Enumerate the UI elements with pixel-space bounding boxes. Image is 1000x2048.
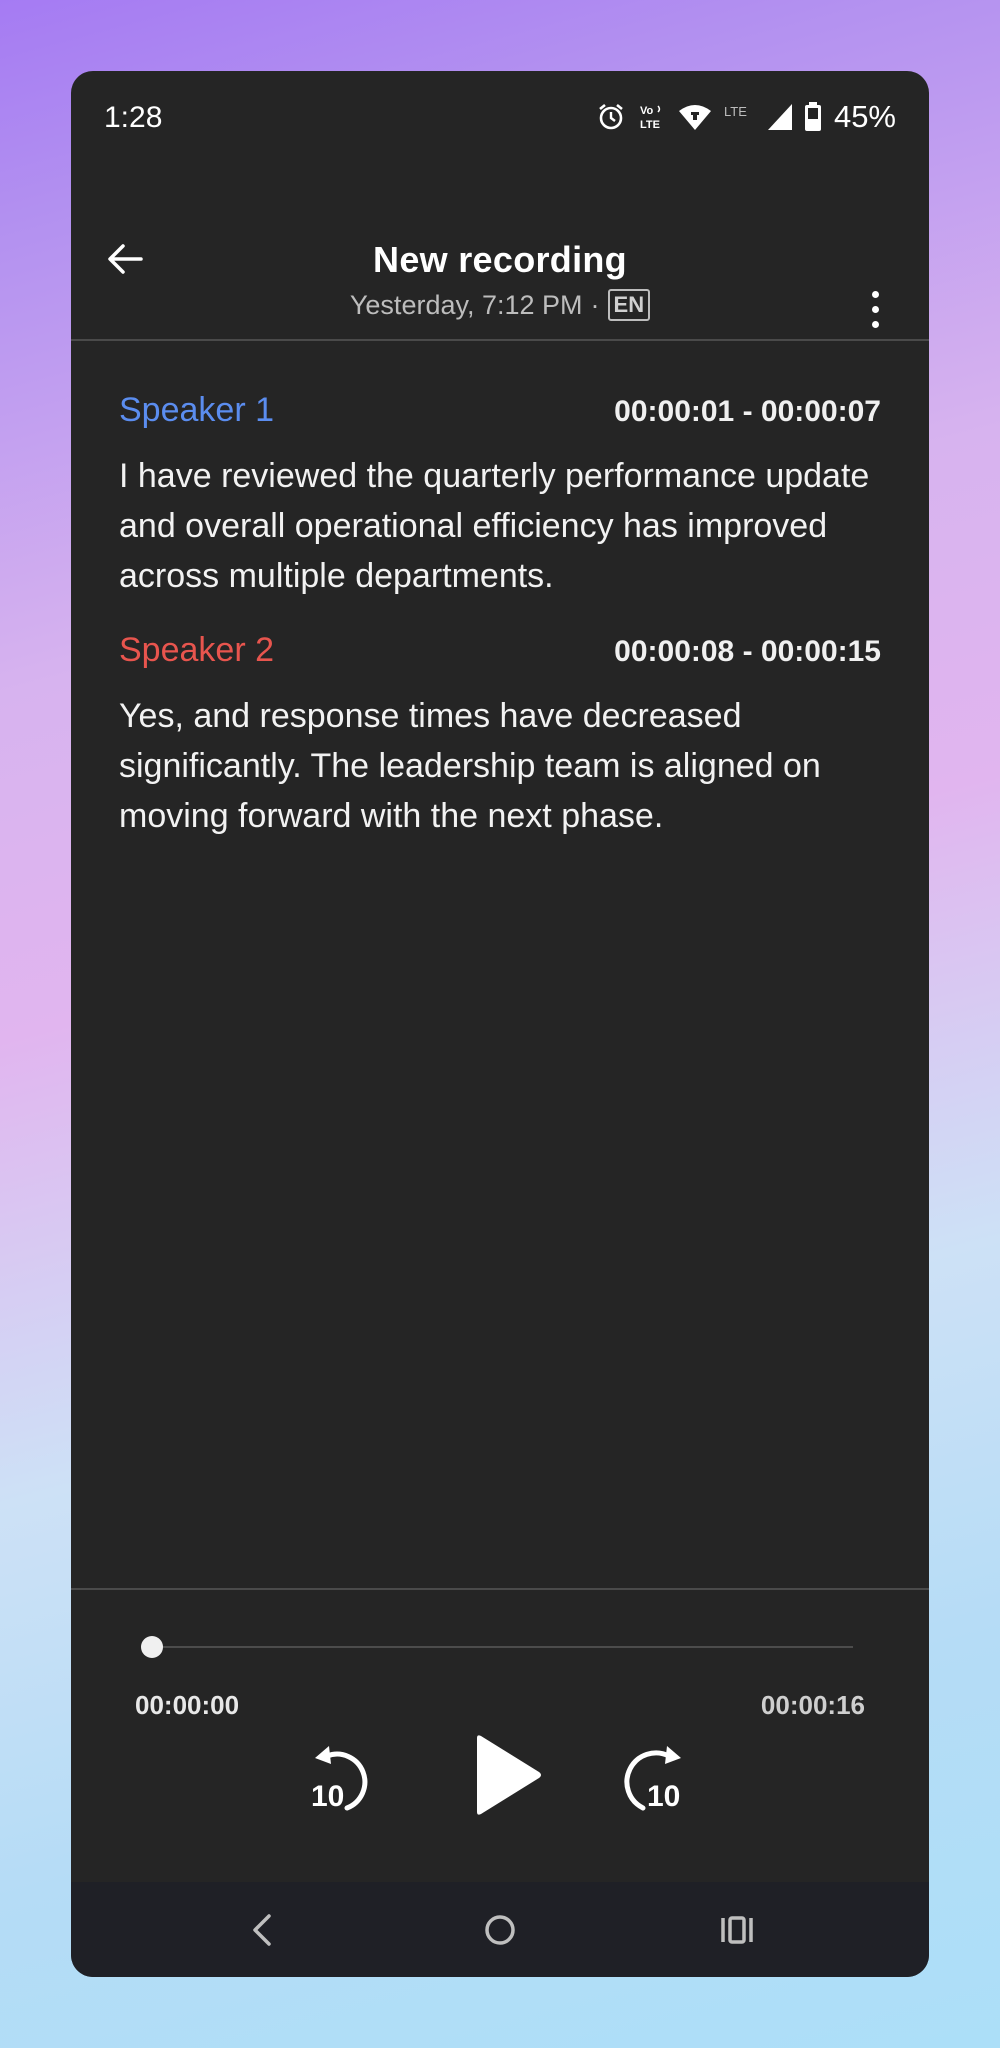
page-title: New recording [373, 239, 627, 280]
rewind-10-icon[interactable]: 10 [307, 1742, 383, 1818]
title-wrap: New recording [71, 239, 929, 281]
lte-icon: LTE [724, 104, 747, 119]
meta-separator: · [590, 289, 600, 320]
battery-icon [804, 102, 821, 131]
forward-10-icon[interactable]: 10 [613, 1742, 689, 1818]
recording-meta: Yesterday, 7:12 PM · EN [71, 289, 929, 321]
rewind-label: 10 [311, 1780, 344, 1813]
segment-timestamp[interactable]: 00:00:08 - 00:00:15 [614, 635, 881, 669]
alarm-icon [599, 103, 623, 130]
volte-icon: Vo LTE [640, 105, 661, 131]
wifi-icon [678, 105, 711, 130]
transcript: Speaker 1 00:00:01 - 00:00:07 I have rev… [119, 391, 881, 871]
seek-thumb[interactable] [141, 1636, 163, 1658]
segment-header: Speaker 2 00:00:08 - 00:00:15 [119, 631, 881, 683]
nav-home-icon[interactable] [478, 1908, 522, 1952]
segment-timestamp[interactable]: 00:00:01 - 00:00:07 [614, 395, 881, 429]
nav-recents-icon[interactable] [715, 1908, 759, 1952]
segment-text[interactable]: Yes, and response times have decreased s… [119, 691, 881, 841]
play-icon[interactable] [471, 1734, 543, 1816]
speaker-label[interactable]: Speaker 2 [119, 631, 274, 670]
svg-text:LTE: LTE [724, 104, 747, 119]
transcript-segment[interactable]: Speaker 1 00:00:01 - 00:00:07 I have rev… [119, 391, 881, 601]
svg-text:Vo: Vo [640, 105, 654, 117]
recording-date: Yesterday, 7:12 PM [349, 289, 583, 320]
battery-percent: 45% [833, 99, 896, 134]
segment-header: Speaker 1 00:00:01 - 00:00:07 [119, 391, 881, 443]
seek-bar[interactable] [151, 1646, 853, 1648]
signal-icon [767, 104, 792, 130]
total-time: 00:00:16 [760, 1690, 865, 1720]
current-time: 00:00:00 [135, 1690, 240, 1720]
forward-label: 10 [647, 1780, 680, 1813]
status-time: 1:28 [104, 101, 163, 134]
status-icons: Vo LTE LTE 45% [596, 99, 896, 135]
transcript-segment[interactable]: Speaker 2 00:00:08 - 00:00:15 Yes, and r… [119, 631, 881, 841]
language-badge[interactable]: EN [607, 289, 651, 321]
segment-text[interactable]: I have reviewed the quarterly performanc… [119, 451, 881, 601]
status-bar: 1:28 Vo LTE LTE 45% [71, 71, 929, 171]
speaker-label[interactable]: Speaker 1 [119, 391, 274, 430]
more-vert-icon[interactable] [865, 291, 885, 337]
nav-back-icon[interactable] [241, 1908, 285, 1952]
phone-screen: 1:28 Vo LTE LTE 45% New recording Yester… [71, 71, 929, 1977]
system-nav-bar [71, 1882, 929, 1977]
svg-text:LTE: LTE [640, 119, 660, 131]
audio-player: 00:00:00 00:00:16 10 10 [71, 1588, 929, 1884]
app-bar: New recording Yesterday, 7:12 PM · EN [71, 171, 929, 341]
